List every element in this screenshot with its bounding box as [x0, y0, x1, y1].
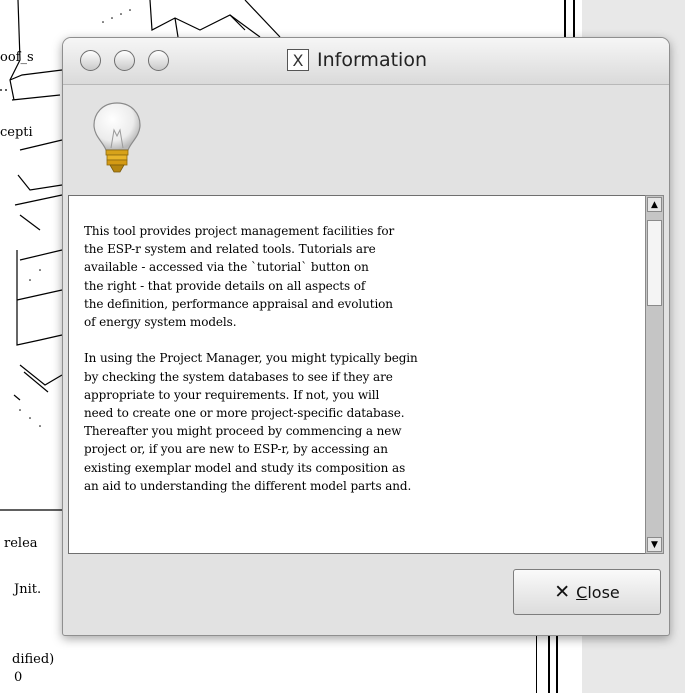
scroll-down-arrow-icon[interactable]: ▼ — [647, 537, 662, 552]
window-title: Information — [317, 49, 427, 71]
background-text-fragment: oof_s — [0, 50, 34, 65]
information-text: This tool provides project management fa… — [84, 222, 554, 495]
close-button[interactable]: ✕ Close — [513, 569, 661, 615]
title-bar[interactable]: X Information — [63, 38, 669, 85]
background-text-fragment: dified) — [12, 652, 55, 667]
background-divider — [536, 632, 537, 693]
window-minimize-button[interactable] — [114, 50, 135, 71]
paragraph: This tool provides project management fa… — [84, 224, 395, 330]
background-text-fragment: relea — [4, 536, 38, 551]
close-x-icon: ✕ — [554, 581, 571, 603]
background-divider — [556, 632, 558, 693]
scroll-up-arrow-icon[interactable]: ▲ — [647, 197, 662, 212]
background-divider — [548, 632, 550, 693]
paragraph: In using the Project Manager, you might … — [84, 351, 418, 493]
x11-icon: X — [287, 49, 309, 71]
vertical-scrollbar[interactable]: ▲ ▼ — [645, 195, 664, 554]
window-title-group: X Information — [287, 47, 427, 73]
background-divider — [573, 0, 575, 40]
background-text-fragment: 0 — [14, 670, 23, 685]
background-divider — [564, 0, 566, 40]
close-label-rest: lose — [587, 582, 620, 602]
background-text-fragment: Jnit. — [14, 582, 42, 597]
close-mnemonic: C — [576, 582, 588, 602]
background-text-fragment: cepti — [0, 125, 33, 140]
window-close-button[interactable] — [80, 50, 101, 71]
scrollbar-thumb[interactable] — [647, 220, 662, 306]
information-text-area[interactable]: This tool provides project management fa… — [68, 195, 646, 554]
close-button-label: Close — [576, 583, 620, 602]
lightbulb-icon — [93, 102, 141, 173]
information-dialog: X Information This tool provides project… — [62, 37, 670, 636]
window-maximize-button[interactable] — [148, 50, 169, 71]
